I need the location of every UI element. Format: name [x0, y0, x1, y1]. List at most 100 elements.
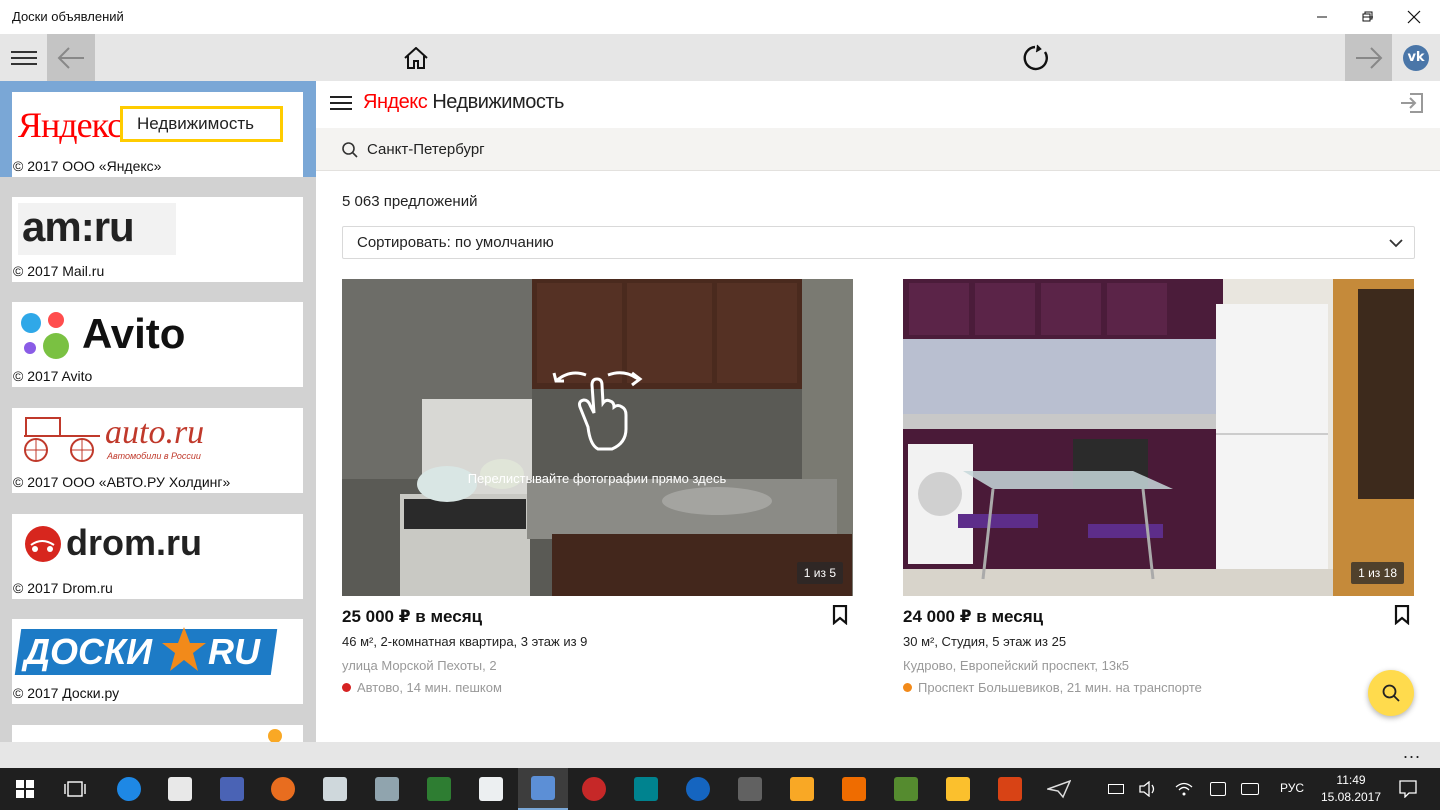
taskbar-app-walker[interactable] [734, 773, 766, 805]
sidebar-item-caption: © 2017 ООО «Яндекс» [13, 158, 162, 174]
taskbar-app-face[interactable] [786, 773, 818, 805]
clock-date: 15.08.2017 [1320, 790, 1382, 804]
arrow-right-icon [1355, 46, 1382, 69]
leaf-icon [894, 777, 918, 801]
taskbar-app-firefox[interactable] [267, 773, 299, 805]
listing-metro: Автово, 14 мин. пешком [342, 680, 502, 695]
action-center-button[interactable] [1392, 773, 1424, 805]
kitchen-photo-2 [903, 279, 1414, 596]
hamburger-icon [10, 50, 37, 65]
taskbar-app-teal[interactable] [630, 773, 662, 805]
taskbar-app-monitor[interactable] [319, 773, 351, 805]
clock[interactable]: 11:49 15.08.2017 [1320, 772, 1382, 806]
boards-app-icon [531, 776, 555, 800]
sidebar-item-caption: © 2017 Drom.ru [13, 580, 113, 596]
sidebar-item-autoru[interactable]: auto.ru Автомобили в России © 2017 ООО «… [12, 408, 303, 493]
sort-select[interactable]: Сортировать: по умолчанию [342, 226, 1415, 259]
location-search[interactable]: Санкт-Петербург [316, 128, 1440, 171]
listing-price[interactable]: 24 000 ₽ в месяц [903, 607, 1043, 627]
home-button[interactable] [392, 34, 440, 81]
taskbar-app-green[interactable] [423, 773, 455, 805]
taskbar-app-send[interactable] [1043, 773, 1075, 805]
tray-app[interactable] [1206, 773, 1230, 805]
minimize-glyph-icon [1317, 16, 1327, 18]
tray-volume[interactable] [1136, 773, 1160, 805]
task-view-icon [64, 781, 86, 797]
listing-photo[interactable]: Перелистывайте фотографии прямо здесь 1 … [342, 279, 853, 596]
more-button[interactable]: ... [1403, 742, 1421, 763]
vk-button[interactable]: vk [1392, 34, 1440, 81]
taskbar-app-computer[interactable] [371, 773, 403, 805]
volume-icon [1139, 781, 1155, 797]
sidebar-item-amru[interactable]: am:ru © 2017 Mail.ru [12, 197, 303, 282]
sidebar-item-doskiru[interactable]: ДОСКИ RU © 2017 Доски.ру [12, 619, 303, 704]
windows-logo-icon [16, 780, 34, 798]
taskbar-app-leaf[interactable] [890, 773, 922, 805]
green-app-icon [427, 777, 451, 801]
home-icon [404, 46, 428, 69]
yandex-logo-badge: Недвижимость [120, 106, 283, 142]
sidebar-item-avito[interactable]: Avito © 2017 Avito [12, 302, 303, 387]
taskbar-app-save[interactable] [216, 773, 248, 805]
swipe-hand-icon [552, 371, 643, 451]
taskbar-app-edge[interactable] [113, 773, 145, 805]
yandex-logo-text: Яндекс [18, 105, 123, 145]
taskbar-app-store[interactable] [164, 773, 196, 805]
tray-network[interactable] [1172, 773, 1196, 805]
screen-icon [842, 777, 866, 801]
close-button[interactable] [1391, 0, 1437, 34]
edge-icon [117, 777, 141, 801]
app-command-bar: ... [0, 742, 1440, 768]
close-icon [1407, 10, 1421, 24]
paper-plane-icon [1047, 779, 1071, 799]
autoru-logo-subtitle: Автомобили в России [107, 451, 201, 461]
menu-button[interactable] [0, 34, 47, 81]
site-logo[interactable]: Яндекс Недвижимость [363, 91, 564, 114]
restore-icon [1362, 11, 1373, 22]
clock-time: 11:49 [1336, 773, 1366, 787]
amru-logo-text: am:ru [22, 203, 135, 250]
doski-logo-badge: RU [208, 631, 260, 672]
globe-icon [686, 777, 710, 801]
listing-price[interactable]: 25 000 ₽ в месяц [342, 607, 482, 627]
windows-taskbar: РУС 11:49 15.08.2017 [0, 768, 1440, 810]
keyboard-icon [1241, 783, 1259, 795]
sidebar-item-next[interactable] [12, 725, 303, 742]
taskbar-app-globe[interactable] [682, 773, 714, 805]
avito-logo-text: Avito [82, 310, 186, 357]
task-view-button[interactable] [59, 773, 91, 805]
forward-button[interactable] [1345, 34, 1392, 81]
taskbar-app-red[interactable] [994, 773, 1026, 805]
bookmark-icon[interactable] [832, 605, 848, 625]
metro-text: Проспект Большевиков, 21 мин. на транспо… [918, 680, 1202, 695]
listing-metro: Проспект Большевиков, 21 мин. на транспо… [903, 680, 1202, 695]
sidebar-item-dromru[interactable]: drom.ru © 2017 Drom.ru [12, 514, 303, 599]
taskbar-app-target[interactable] [578, 773, 610, 805]
taskbar-app-boards-active[interactable] [518, 768, 568, 810]
start-button[interactable] [9, 773, 41, 805]
swipe-hint: Перелистывайте фотографии прямо здесь [467, 471, 727, 486]
sidebar-item-yandex[interactable]: Яндекс Недвижимость © 2017 ООО «Яндекс» [0, 81, 316, 177]
taskbar-app-screen[interactable] [838, 773, 870, 805]
tray-keyboard[interactable] [1238, 773, 1262, 805]
taskbar-app-yellow[interactable] [942, 773, 974, 805]
taskbar-app-mask[interactable] [475, 773, 507, 805]
maximize-button[interactable] [1345, 0, 1391, 34]
notification-icon [1399, 780, 1417, 798]
metro-text: Автово, 14 мин. пешком [357, 680, 502, 695]
tray-battery[interactable] [1104, 773, 1128, 805]
site-menu-button[interactable] [330, 95, 352, 116]
minimize-btn-hit[interactable] [1299, 0, 1345, 34]
input-language[interactable]: РУС [1280, 781, 1304, 795]
listing-photo[interactable]: 1 из 18 [903, 279, 1414, 596]
floating-search-button[interactable] [1368, 670, 1414, 716]
back-button[interactable] [47, 34, 95, 81]
refresh-button[interactable] [1011, 34, 1059, 81]
login-button[interactable] [1400, 92, 1424, 119]
sidebar-item-caption: © 2017 Mail.ru [13, 263, 105, 279]
drom-logo-icon [25, 526, 61, 562]
location-text: Санкт-Петербург [367, 141, 485, 158]
login-icon [1401, 93, 1423, 113]
site-logo-brand: Яндекс [363, 91, 428, 113]
bookmark-icon[interactable] [1394, 605, 1410, 625]
